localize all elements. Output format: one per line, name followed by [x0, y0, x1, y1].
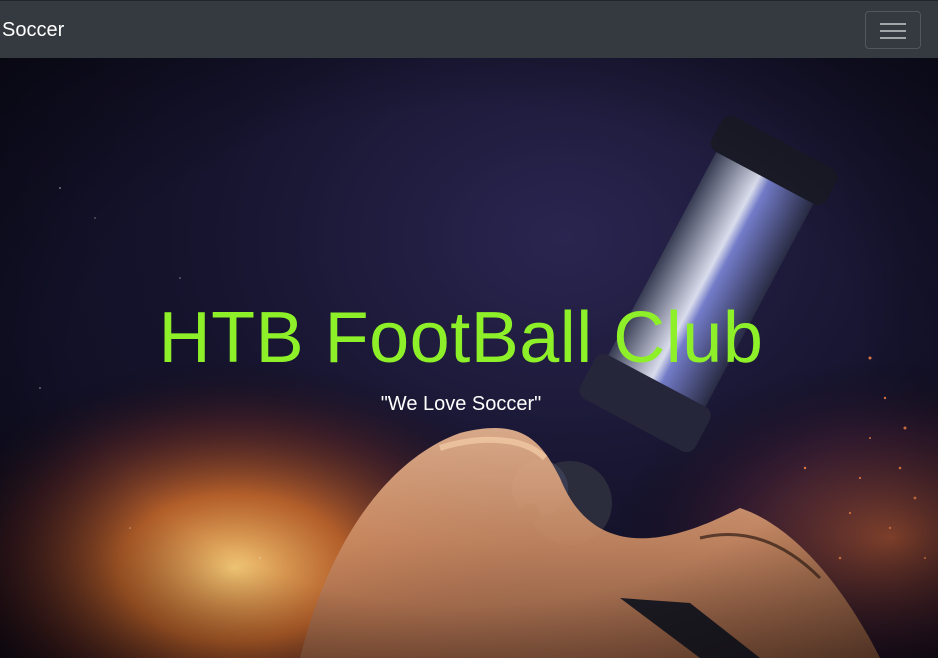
hero-section: HTB FootBall Club "We Love Soccer" — [0, 58, 938, 658]
page-bottom-strip — [0, 658, 938, 668]
top-navbar: Soccer — [0, 0, 938, 58]
navbar-toggle-button[interactable] — [865, 11, 921, 49]
hero-subtitle: "We Love Soccer" — [380, 393, 542, 415]
navbar-brand[interactable]: Soccer — [2, 18, 64, 42]
hero-title: HTB FootBall Club — [158, 298, 764, 378]
